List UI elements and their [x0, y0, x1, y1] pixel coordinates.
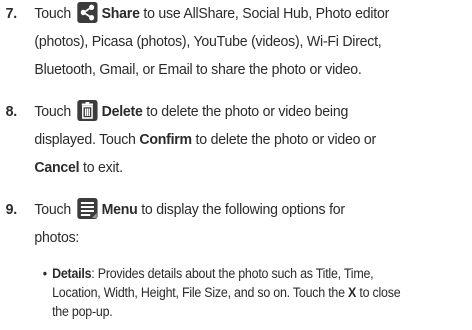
bullet-text: Details: Provides details about the phot…: [52, 266, 401, 319]
cancel-label: Cancel: [34, 159, 80, 176]
menu-label: Menu: [101, 201, 138, 218]
step-number: 9.: [5, 201, 18, 218]
delete-label: Delete: [101, 103, 143, 120]
share-label: Share: [101, 5, 140, 22]
bullet-dot: •: [42, 266, 47, 281]
close-x-label: X: [348, 285, 357, 300]
step-number: 7.: [5, 5, 18, 22]
manual-page: 7. Touch Share to use AllShare, Social H…: [0, 0, 472, 330]
confirm-label: Confirm: [139, 131, 192, 148]
step-text: Touch Delete to delete the photo or vide…: [34, 98, 471, 182]
share-icon: [77, 2, 98, 23]
step-number: 8.: [5, 103, 18, 120]
menu-icon: [77, 198, 98, 219]
step-text: Touch Menu to display the following opti…: [34, 196, 471, 252]
step-text: Touch Share to use AllShare, Social Hub,…: [34, 0, 471, 84]
details-label: Details: [52, 266, 92, 281]
delete-icon: [77, 100, 98, 121]
